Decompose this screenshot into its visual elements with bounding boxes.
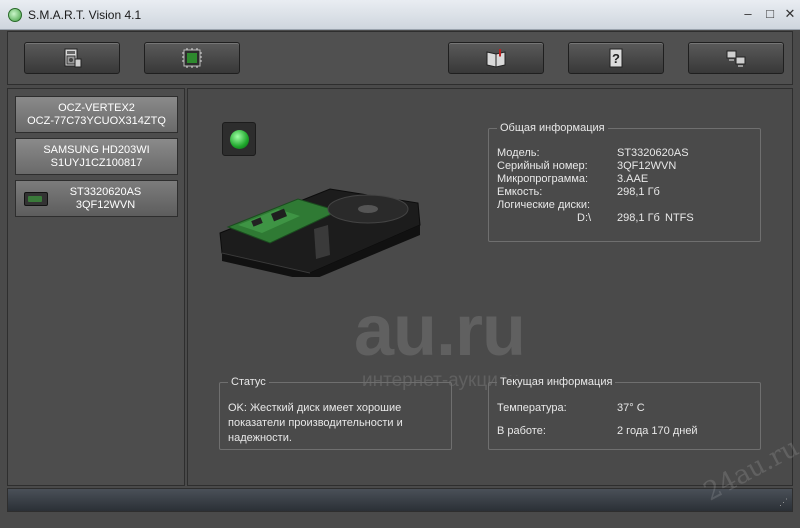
model-label: Модель:	[497, 147, 540, 159]
help-icon: ?	[609, 48, 623, 68]
model-value: ST3320620AS	[617, 147, 689, 159]
capacity-value: 298,1 Гб	[617, 186, 660, 198]
hard-drive-image	[219, 188, 421, 277]
minimize-button[interactable]: –	[738, 6, 758, 22]
drive-item-st3320620as[interactable]: ST3320620AS 3QF12WVN	[15, 180, 178, 217]
uptime-label: В работе:	[497, 425, 546, 437]
temperature-label: Температура:	[497, 402, 567, 414]
green-status-icon	[230, 130, 249, 149]
drive-item-samsung-hd203wi[interactable]: SAMSUNG HD203WI S1UYJ1CZ100817	[15, 138, 178, 175]
computers-icon	[726, 50, 746, 67]
window-title: S.M.A.R.T. Vision 4.1	[28, 8, 142, 22]
smart-attributes-button[interactable]	[144, 42, 240, 74]
drive-model: OCZ-VERTEX2	[58, 102, 135, 114]
window-titlebar: S.M.A.R.T. Vision 4.1 – □ ✕	[0, 0, 800, 30]
status-legend: Статус	[228, 376, 269, 388]
drive-model: SAMSUNG HD203WI	[43, 144, 150, 156]
capacity-label: Емкость:	[497, 186, 543, 198]
logical-drive-letter: D:\	[577, 212, 592, 224]
book-icon	[486, 49, 506, 68]
logical-drives-label: Логические диски:	[497, 199, 591, 211]
hdd-properties-icon	[64, 48, 82, 68]
app-icon	[8, 8, 22, 22]
resize-grip-icon[interactable]: ⋰	[779, 497, 788, 508]
maximize-button[interactable]: □	[760, 6, 780, 22]
status-message: OK: Жесткий диск имеет хорошие показател…	[228, 402, 403, 444]
watermark-logo: au.ru	[354, 291, 526, 371]
health-status-indicator	[222, 122, 256, 156]
close-button[interactable]: ✕	[780, 6, 800, 22]
chip-icon	[182, 48, 202, 68]
help-button[interactable]: ?	[568, 42, 664, 74]
current-info-group: Текущая информация Температура: 37° C В …	[488, 376, 761, 450]
drive-list: OCZ-VERTEX2 OCZ-77C73YCUOX314ZTQ SAMSUNG…	[7, 88, 185, 486]
hdd-properties-button[interactable]	[24, 42, 120, 74]
drive-serial: S1UYJ1CZ100817	[50, 157, 143, 169]
book-button[interactable]	[448, 42, 544, 74]
logical-drive-size: 298,1 Гб	[617, 212, 660, 224]
svg-text:?: ?	[612, 51, 620, 66]
temperature-value: 37° C	[617, 402, 645, 414]
status-group: Статус OK: Жесткий диск имеет хорошие по…	[219, 376, 452, 450]
network-button[interactable]	[688, 42, 784, 74]
toolbar: ?	[7, 31, 793, 85]
firmware-label: Микропрограмма:	[497, 173, 589, 185]
logical-drive-fs: NTFS	[665, 212, 694, 224]
uptime-value: 2 года 170 дней	[617, 425, 698, 437]
general-info-legend: Общая информация	[497, 122, 608, 134]
drive-serial: OCZ-77C73YCUOX314ZTQ	[27, 115, 166, 127]
drive-item-ocz-vertex2[interactable]: OCZ-VERTEX2 OCZ-77C73YCUOX314ZTQ	[15, 96, 178, 133]
serial-value: 3QF12WVN	[617, 160, 677, 172]
general-info-group: Общая информация Модель: ST3320620AS Сер…	[488, 122, 761, 242]
hdd-icon	[24, 192, 48, 206]
current-info-legend: Текущая информация	[497, 376, 616, 388]
serial-label: Серийный номер:	[497, 160, 588, 172]
status-bar: ⋰	[7, 488, 793, 512]
firmware-value: 3.AAE	[617, 173, 649, 185]
